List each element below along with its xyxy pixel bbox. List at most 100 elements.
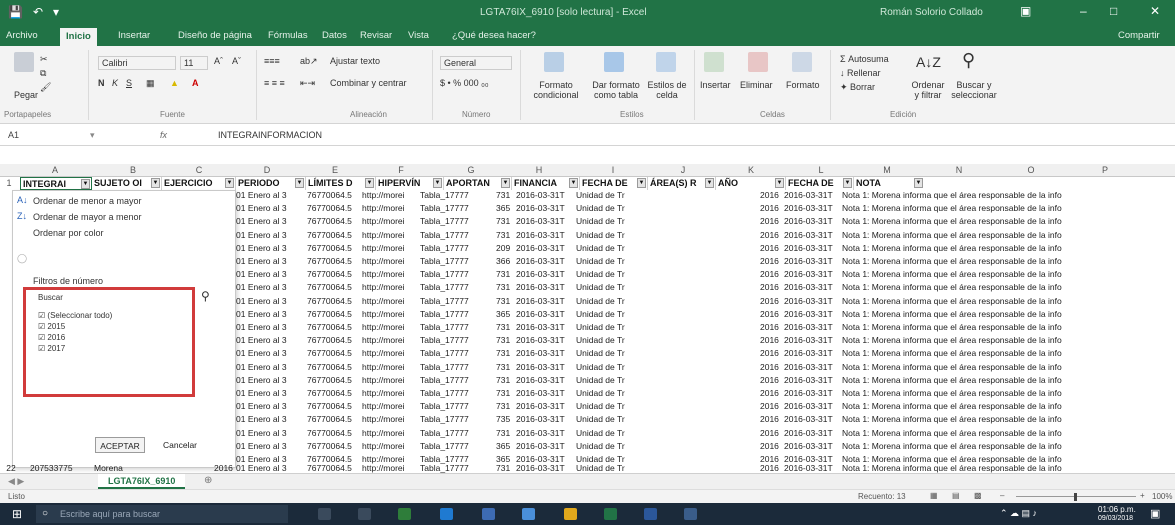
cell[interactable]: 2016 (760, 335, 779, 345)
cell[interactable]: 76770064.5 (307, 348, 352, 358)
cell[interactable]: 2016-03-31T (784, 269, 833, 279)
cell[interactable]: 76770064.5 (307, 401, 352, 411)
number-format-select[interactable]: General (440, 56, 512, 70)
cell[interactable]: Unidad de Tr (576, 401, 625, 411)
cell[interactable]: 2016-03-31T (516, 441, 565, 451)
conditional-format-button[interactable]: Formato condicional (528, 80, 584, 100)
chrome-icon[interactable] (564, 508, 577, 520)
header-cell-aportan[interactable]: APORTAN ▼ (444, 177, 512, 190)
cell[interactable]: 2016-03-31T (784, 309, 833, 319)
cell[interactable]: Unidad de Tr (576, 256, 625, 266)
cell[interactable]: 2016 (760, 463, 779, 473)
cell[interactable]: http://morei (362, 309, 405, 319)
cell[interactable]: Tabla_17777 (420, 203, 469, 213)
cell[interactable]: 2016-03-31T (516, 256, 565, 266)
page-break-icon[interactable]: ▩ (974, 491, 982, 500)
cell[interactable]: Nota 1: Morena informa que el área respo… (842, 296, 1062, 306)
cell[interactable]: 2016 (760, 230, 779, 240)
cell[interactable]: Tabla_17777 (420, 388, 469, 398)
cell[interactable]: 01 Enero al 3 (236, 362, 287, 372)
cell[interactable]: 01 Enero al 3 (236, 401, 287, 411)
column-header[interactable]: K (736, 165, 766, 175)
cell[interactable]: 731 (496, 282, 510, 292)
cell[interactable]: Tabla_17777 (420, 362, 469, 372)
clock-time[interactable]: 01:06 p.m. (1098, 505, 1136, 514)
cell[interactable]: 2016 (760, 282, 779, 292)
cell[interactable]: Tabla_17777 (420, 243, 469, 253)
cell[interactable]: Tabla_17777 (420, 375, 469, 385)
zoom-level[interactable]: 100% (1152, 492, 1172, 501)
accept-button[interactable]: ACEPTAR (95, 437, 145, 453)
header-cell-periodo[interactable]: PERIODO ▼ (236, 177, 306, 190)
taskbar-search-box[interactable]: ○ Escribe aquí para buscar (36, 505, 288, 523)
cell[interactable]: 2016-03-31T (516, 463, 565, 473)
column-header[interactable]: J (668, 165, 698, 175)
cell[interactable]: Unidad de Tr (576, 269, 625, 279)
column-header[interactable]: D (252, 165, 282, 175)
cell[interactable]: 2016-03-31T (516, 348, 565, 358)
cell[interactable]: 2016-03-31T (516, 296, 565, 306)
save-icon[interactable]: 💾 (8, 5, 23, 19)
paste-icon[interactable] (14, 52, 34, 72)
cell[interactable]: 731 (496, 322, 510, 332)
row-number[interactable]: 22 (4, 463, 18, 473)
cell[interactable]: Unidad de Tr (576, 414, 625, 424)
column-header[interactable]: O (1016, 165, 1046, 175)
cell[interactable]: 01 Enero al 3 (236, 463, 287, 473)
cell[interactable]: Nota 1: Morena informa que el área respo… (842, 463, 1062, 473)
cell[interactable]: Tabla_17777 (420, 322, 469, 332)
cell[interactable]: http://morei (362, 296, 405, 306)
filter-dropdown-icon[interactable]: ▼ (365, 178, 374, 188)
cell[interactable]: 365 (496, 203, 510, 213)
delete-cells-button[interactable]: Eliminar (740, 80, 773, 90)
format-cells-icon[interactable] (792, 52, 812, 72)
zoom-out-icon[interactable]: – (1000, 491, 1004, 500)
tab-diseno[interactable]: Diseño de página (178, 30, 252, 41)
fill-button[interactable]: ↓ Rellenar (840, 68, 881, 78)
cell[interactable]: 76770064.5 (307, 414, 352, 424)
cell[interactable]: 731 (496, 388, 510, 398)
undo-icon[interactable]: ↶ (33, 5, 43, 19)
cell[interactable]: 2016-03-31T (784, 414, 833, 424)
cell[interactable]: Nota 1: Morena informa que el área respo… (842, 348, 1062, 358)
cell[interactable]: 2016-03-31T (516, 428, 565, 438)
tab-insertar[interactable]: Insertar (118, 30, 150, 41)
wrap-text-button[interactable]: Ajustar texto (330, 56, 380, 66)
copy-icon[interactable]: ⧉ (40, 68, 46, 79)
cell[interactable]: Nota 1: Morena informa que el área respo… (842, 335, 1062, 345)
cell[interactable]: 01 Enero al 3 (236, 428, 287, 438)
insert-function-icon[interactable]: fx (160, 130, 167, 140)
cell[interactable]: 01 Enero al 3 (236, 441, 287, 451)
cell[interactable]: 731 (496, 190, 510, 200)
insert-cells-button[interactable]: Insertar (700, 80, 731, 90)
cell[interactable]: http://morei (362, 362, 405, 372)
tab-formulas[interactable]: Fórmulas (268, 30, 308, 41)
tab-archivo[interactable]: Archivo (6, 30, 38, 41)
cell[interactable]: Unidad de Tr (576, 375, 625, 385)
cell[interactable]: 731 (496, 401, 510, 411)
cell[interactable]: Tabla_17777 (420, 216, 469, 226)
cell[interactable]: Nota 1: Morena informa que el área respo… (842, 388, 1062, 398)
cell[interactable]: 76770064.5 (307, 230, 352, 240)
cell[interactable]: 01 Enero al 3 (236, 335, 287, 345)
cell[interactable]: http://morei (362, 348, 405, 358)
font-size-select[interactable]: 11 (180, 56, 208, 70)
cell[interactable]: Nota 1: Morena informa que el área respo… (842, 362, 1062, 372)
align-left-icon[interactable]: ≡ ≡ ≡ (264, 78, 285, 88)
cell[interactable]: 01 Enero al 3 (236, 388, 287, 398)
cell[interactable]: 2016-03-31T (516, 375, 565, 385)
cell[interactable]: 366 (496, 256, 510, 266)
checkbox-option[interactable]: ☑ 2016 (38, 333, 65, 342)
column-header[interactable]: A (40, 165, 70, 175)
word-icon[interactable] (644, 508, 657, 520)
app-icon[interactable] (684, 508, 697, 520)
cell[interactable]: Nota 1: Morena informa que el área respo… (842, 309, 1062, 319)
cell[interactable]: http://morei (362, 401, 405, 411)
cell[interactable]: 2016-03-31T (784, 428, 833, 438)
cancel-button[interactable]: Cancelar (157, 437, 203, 453)
search-icon[interactable]: ⚲ (201, 289, 210, 303)
format-painter-icon[interactable]: 🖌 (40, 82, 51, 93)
number-filters-item[interactable]: Filtros de número (33, 276, 103, 286)
cell[interactable]: 2016 (760, 309, 779, 319)
cell[interactable]: Unidad de Tr (576, 230, 625, 240)
